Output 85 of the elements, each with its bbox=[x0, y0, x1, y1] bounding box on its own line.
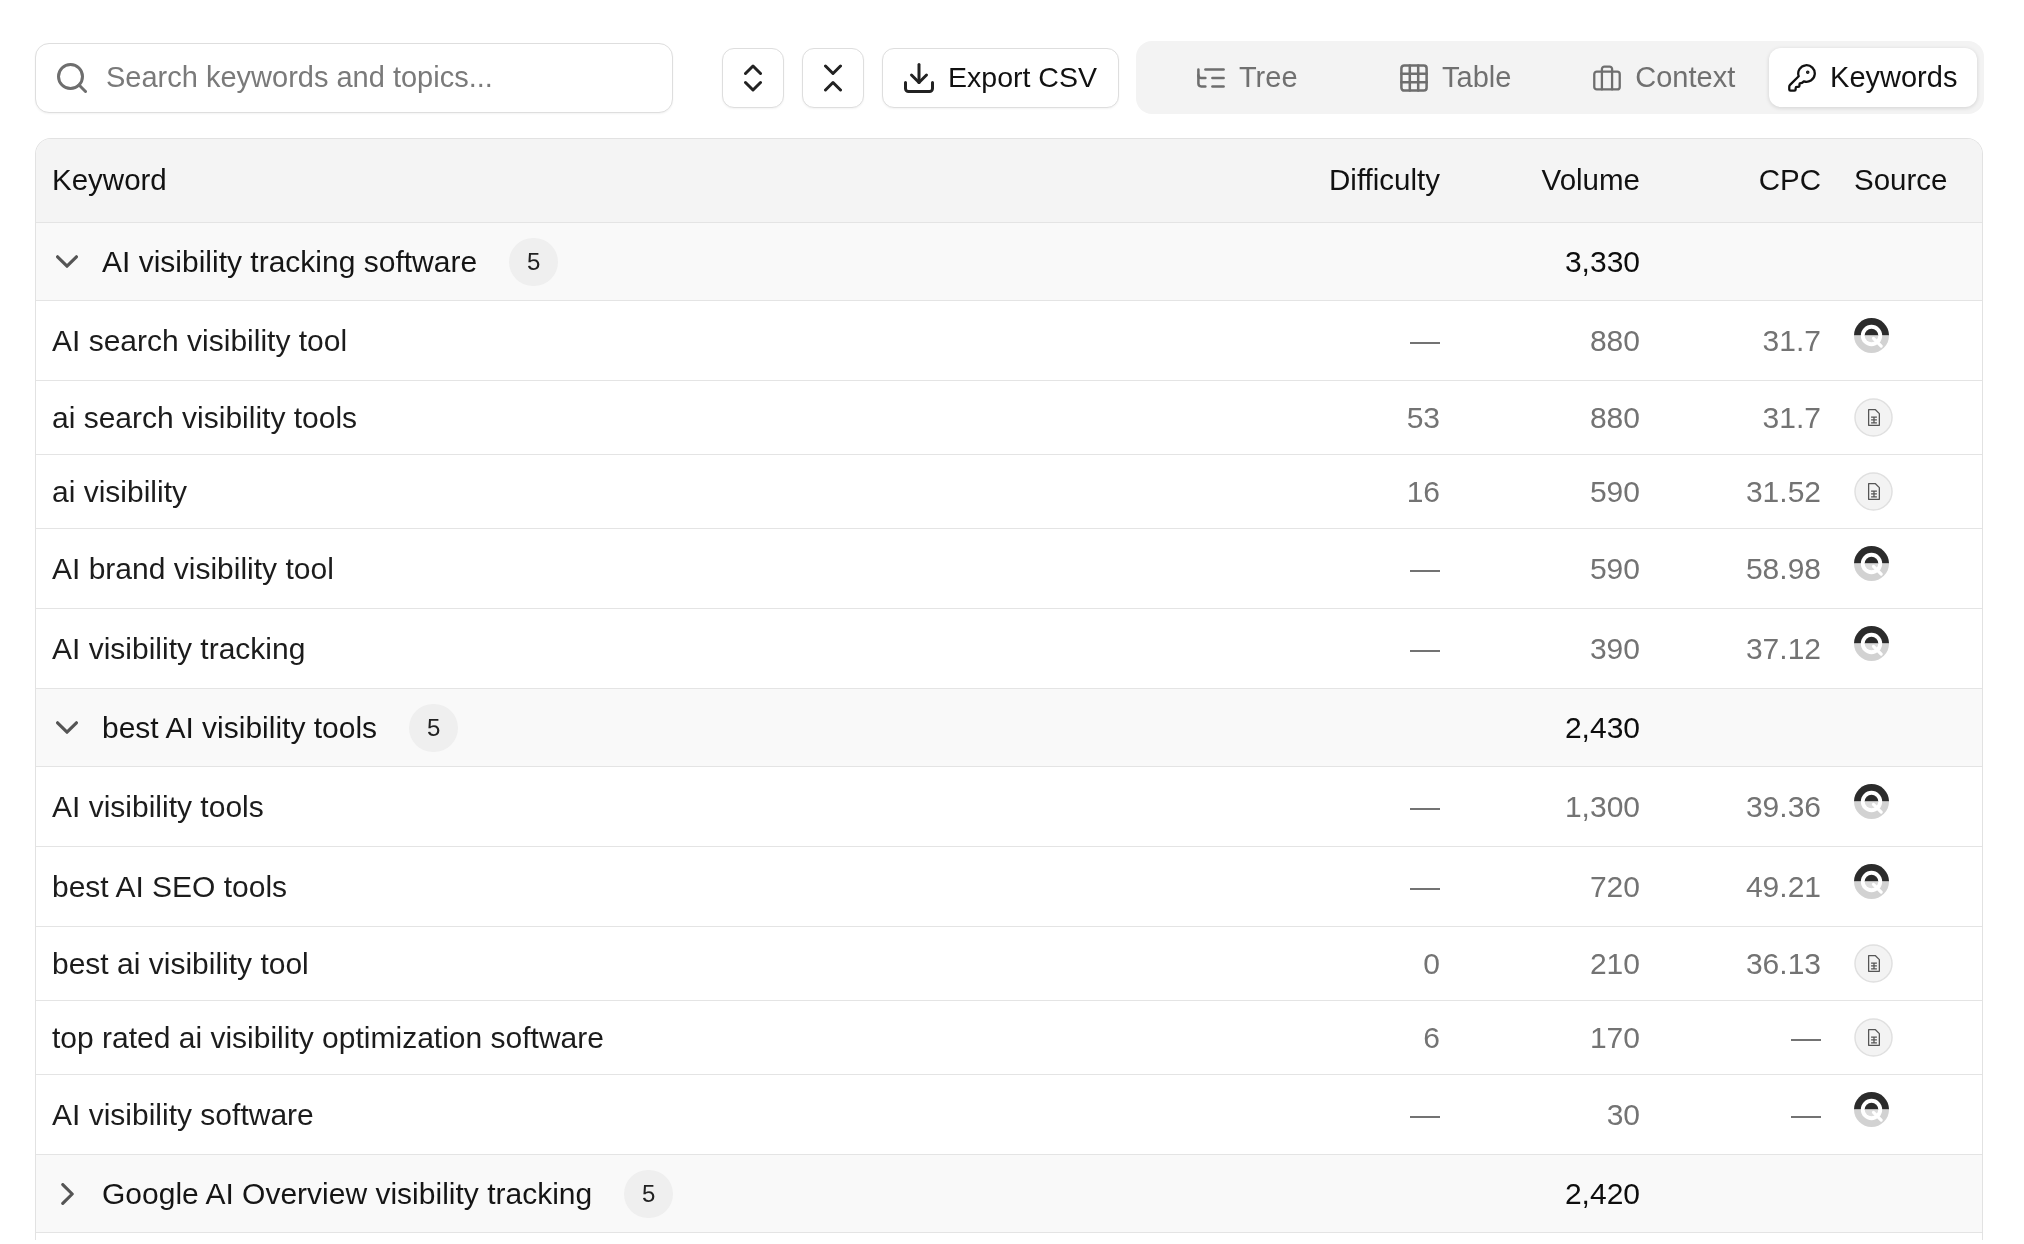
view-tab[interactable]: Context bbox=[1560, 48, 1769, 107]
logo-icon bbox=[1854, 864, 1889, 899]
chevron-down-icon[interactable] bbox=[56, 255, 78, 268]
view-tab[interactable]: Tree bbox=[1143, 48, 1352, 107]
cpc-value: 31.7 bbox=[1762, 324, 1821, 357]
column-header[interactable]: CPC bbox=[1640, 158, 1821, 203]
search-icon bbox=[57, 62, 87, 93]
volume-value: 390 bbox=[1589, 632, 1640, 665]
keyword-text: AI visibility tracking bbox=[52, 632, 306, 665]
cpc-value: 58.98 bbox=[1745, 552, 1821, 585]
key-icon bbox=[1788, 63, 1817, 92]
view-tab[interactable]: Keywords bbox=[1768, 48, 1977, 107]
chevron-down-icon[interactable] bbox=[56, 721, 78, 734]
count-badge: 5 bbox=[624, 1169, 674, 1218]
group-volume: 3,330 bbox=[1564, 245, 1640, 278]
difficulty-value: 6 bbox=[1423, 1021, 1440, 1054]
keyword-text: AI search visibility tool bbox=[52, 324, 348, 357]
group-volume: 2,430 bbox=[1564, 711, 1640, 744]
volume-value: 1,300 bbox=[1564, 790, 1640, 823]
keyword-text: best ai visibility tool bbox=[52, 947, 309, 980]
difficulty-value: 53 bbox=[1406, 401, 1440, 434]
group-title: AI visibility tracking software bbox=[102, 244, 478, 280]
table-icon bbox=[1400, 63, 1429, 92]
group-title: best AI visibility tools bbox=[102, 710, 378, 746]
keyword-text: AI visibility tools bbox=[52, 790, 264, 823]
volume-value: 210 bbox=[1589, 947, 1640, 980]
difficulty-value: 0 bbox=[1423, 947, 1440, 980]
view-tab[interactable]: Table bbox=[1351, 48, 1560, 107]
column-header[interactable]: Source bbox=[1821, 158, 1982, 203]
volume-value: 880 bbox=[1589, 324, 1640, 357]
difficulty-value: — bbox=[1410, 324, 1440, 357]
group-row[interactable]: best AI visibility tools 5 2,430 bbox=[36, 688, 1982, 766]
chevrons-up-down-icon bbox=[744, 63, 762, 92]
collapse-button[interactable] bbox=[802, 47, 864, 108]
document-icon bbox=[1854, 398, 1893, 437]
search-field[interactable]: Search keywords and topics... bbox=[35, 42, 673, 113]
document-icon bbox=[1854, 1018, 1893, 1057]
keyword-text: ai search visibility tools bbox=[52, 401, 358, 434]
chevron-right-icon[interactable] bbox=[60, 1182, 74, 1205]
volume-value: 590 bbox=[1589, 552, 1640, 585]
group-title: Google AI Overview visibility tracking bbox=[102, 1176, 593, 1212]
column-header[interactable]: Volume bbox=[1440, 158, 1640, 203]
expand-button[interactable] bbox=[722, 47, 784, 108]
cpc-value: — bbox=[1791, 1098, 1821, 1131]
logo-icon bbox=[1854, 546, 1889, 581]
cpc-value: 36.13 bbox=[1745, 947, 1821, 980]
column-header[interactable]: Keyword bbox=[36, 158, 1240, 203]
group-row[interactable]: Google AI Overview visibility tracking 5 2,420 bbox=[36, 1154, 1982, 1232]
export-button[interactable]: Export CSV bbox=[882, 47, 1119, 108]
document-icon bbox=[1854, 944, 1893, 983]
difficulty-value: — bbox=[1410, 632, 1440, 665]
count-badge: 5 bbox=[509, 237, 559, 286]
keyword-text: top rated ai visibility optimization software bbox=[52, 1021, 604, 1054]
keyword-text: AI visibility software bbox=[52, 1098, 314, 1131]
keyword-text: best AI SEO tools bbox=[52, 870, 288, 903]
group-volume: 2,420 bbox=[1564, 1177, 1640, 1210]
difficulty-value: — bbox=[1410, 790, 1440, 823]
logo-icon bbox=[1854, 784, 1889, 819]
volume-value: 590 bbox=[1589, 475, 1640, 508]
volume-value: 30 bbox=[1606, 1098, 1640, 1131]
cpc-value: 39.36 bbox=[1745, 790, 1821, 823]
volume-value: 720 bbox=[1589, 870, 1640, 903]
difficulty-value: — bbox=[1410, 870, 1440, 903]
logo-icon bbox=[1854, 1092, 1889, 1127]
logo-icon bbox=[1854, 318, 1889, 353]
document-icon bbox=[1854, 472, 1893, 511]
volume-value: 880 bbox=[1589, 401, 1640, 434]
keyword-text: AI brand visibility tool bbox=[52, 552, 334, 585]
cpc-value: 37.12 bbox=[1745, 632, 1821, 665]
volume-value: 170 bbox=[1589, 1021, 1640, 1054]
chevrons-down-up-icon bbox=[824, 63, 842, 92]
cpc-value: — bbox=[1791, 1021, 1821, 1054]
keyword-text: ai visibility bbox=[52, 475, 188, 508]
cpc-value: 31.52 bbox=[1745, 475, 1821, 508]
briefcase-icon bbox=[1593, 63, 1622, 92]
difficulty-value: — bbox=[1410, 1098, 1440, 1131]
group-row[interactable]: AI visibility tracking software 5 3,330 bbox=[36, 222, 1982, 300]
count-badge: 5 bbox=[409, 703, 459, 752]
cpc-value: 31.7 bbox=[1762, 401, 1821, 434]
logo-icon bbox=[1854, 626, 1889, 661]
cpc-value: 49.21 bbox=[1745, 870, 1821, 903]
download-icon bbox=[904, 62, 935, 93]
difficulty-value: — bbox=[1410, 552, 1440, 585]
difficulty-value: 16 bbox=[1406, 475, 1440, 508]
column-header[interactable]: Difficulty bbox=[1240, 158, 1440, 203]
